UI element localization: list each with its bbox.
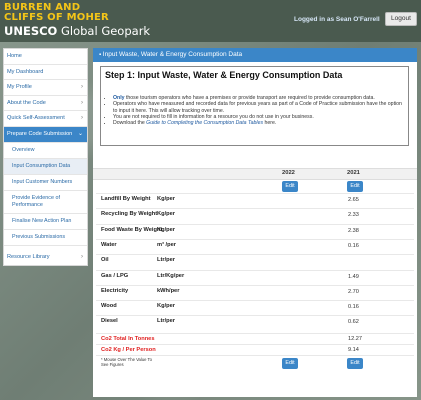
year-header-2022: 2022 — [282, 170, 295, 176]
row-divider — [96, 300, 414, 302]
resource-label: Landfill By Weight — [101, 196, 151, 202]
step-instructions: Step 1: Input Waste, Water & Energy Cons… — [100, 66, 409, 146]
value-2021[interactable]: 0.16 — [348, 304, 359, 310]
sidebar-item-about[interactable]: About the Code › — [4, 96, 87, 112]
list-item: Download the Guide to Completing the Con… — [113, 120, 405, 126]
row-divider — [96, 284, 414, 286]
list-item: Operators who have measured and recorded… — [113, 101, 405, 114]
instruction-list: Only those tourism operators who have a … — [107, 95, 405, 126]
year-header-2021: 2021 — [347, 170, 360, 176]
row-divider — [96, 254, 414, 256]
unit-label: Kg/per — [157, 303, 176, 310]
row-divider — [96, 355, 414, 356]
value-2021[interactable]: 2.38 — [348, 228, 359, 234]
step-title: Step 1: Input Waste, Water & Energy Cons… — [105, 70, 343, 80]
sidebar-subitem-previous[interactable]: Previous Submissions — [4, 230, 87, 246]
sidebar-subitem-action-plan[interactable]: Finalise New Action Plan — [4, 214, 87, 230]
value-2021[interactable]: 2.65 — [348, 197, 359, 203]
edit-2021-button[interactable]: Edit — [347, 181, 363, 192]
value-2021[interactable]: 1.49 — [348, 274, 359, 280]
co2-total-label: Co2 Total In Tonnes — [101, 336, 155, 342]
edit-2022-button[interactable]: Edit — [282, 181, 298, 192]
panel-heading-text: Input Waste, Water & Energy Consumption … — [102, 51, 243, 58]
row-divider — [96, 269, 414, 271]
resource-label: Water — [101, 241, 117, 248]
row-divider — [96, 315, 414, 317]
list-item-text: here. — [263, 120, 277, 127]
emphasis-text: Only — [113, 95, 125, 101]
unit-label: Ltr/per — [157, 257, 176, 264]
sidebar-item-label: My Profile — [7, 84, 32, 91]
panel-heading: ▪ Input Waste, Water & Energy Consumptio… — [93, 48, 417, 62]
list-item-text: those tourism operators who have a premi… — [124, 95, 375, 101]
value-2021[interactable]: 2.70 — [348, 289, 359, 295]
logout-button[interactable]: Logout — [385, 12, 417, 26]
logo-unesco: UNESCO — [4, 24, 58, 38]
unit-label: Ltr/per — [157, 318, 176, 325]
resource-label: Recycling By Weight — [101, 211, 158, 218]
sidebar-subitem-consumption[interactable]: Input Consumption Data — [4, 158, 87, 175]
resource-label: Food Waste By Weight — [101, 226, 163, 233]
co2-total-value: 12.27 — [348, 336, 362, 342]
resource-label: Diesel — [101, 318, 118, 325]
unit-label: Kg/per — [157, 211, 176, 218]
chevron-right-icon: › — [81, 84, 83, 91]
mouse-over-note: * Mouse Over The Value To See Figures — [101, 357, 152, 367]
sidebar-subitem-overview[interactable]: Overview — [4, 143, 87, 159]
row-divider — [96, 344, 414, 345]
top-header: BURREN AND CLIFFS OF MOHER UNESCO Global… — [0, 0, 421, 42]
sidebar-subitem-evidence[interactable]: Provide Evidence of Performance — [4, 191, 87, 214]
resource-label: Gas / LPG — [101, 272, 129, 279]
sidebar-item-label: About the Code — [7, 99, 46, 106]
resource-label: Electricity — [101, 287, 129, 294]
list-item-text: Download the — [113, 120, 147, 127]
row-divider — [96, 238, 414, 240]
edit-2022-bottom-button[interactable]: Edit — [282, 358, 298, 369]
logo-line-2: CLIFFS OF MOHER — [4, 12, 109, 23]
table-header — [93, 168, 417, 180]
sidebar-item-dashboard[interactable]: My Dashboard — [4, 65, 87, 81]
sidebar-item-label: Prepare Code Submission — [7, 130, 73, 137]
unit-label: kWh/per — [157, 287, 180, 294]
sidebar-item-resources[interactable]: Resource Library › — [4, 250, 87, 266]
chevron-right-icon: › — [81, 253, 83, 260]
guide-link[interactable]: Guide to Completing the Consumption Data… — [146, 120, 263, 126]
row-divider — [96, 193, 414, 194]
co2-person-value: 9.14 — [348, 347, 359, 353]
sidebar-item-label: Resource Library — [7, 253, 50, 260]
chevron-right-icon: › — [81, 115, 83, 122]
edit-2021-bottom-button[interactable]: Edit — [347, 358, 363, 369]
resource-label: Oil — [101, 257, 109, 264]
sidebar-item-label: Quick Self-Assessment — [7, 115, 65, 122]
logged-in-user[interactable]: Logged in as Sean O'Farrell — [294, 16, 380, 23]
sidebar-item-home[interactable]: Home — [4, 49, 87, 65]
main-panel: Step 1: Input Waste, Water & Energy Cons… — [93, 62, 417, 397]
value-2021[interactable]: 0.62 — [348, 319, 359, 325]
row-divider — [96, 208, 414, 210]
sidebar-item-self-assessment[interactable]: Quick Self-Assessment › — [4, 111, 87, 127]
sidebar-nav: Home My Dashboard My Profile › About the … — [3, 48, 88, 266]
value-2021[interactable]: 2.33 — [348, 212, 359, 218]
sidebar-item-prepare-submission[interactable]: Prepare Code Submission ⌄ — [4, 126, 87, 143]
sidebar-subitem-customers[interactable]: Input Customer Numbers — [4, 175, 87, 191]
geopark-logo[interactable]: BURREN AND CLIFFS OF MOHER UNESCO Global… — [4, 3, 150, 39]
row-divider — [96, 223, 414, 225]
unit-label: m³ /per — [157, 241, 176, 248]
row-divider — [96, 333, 414, 334]
logo-line-3: UNESCO Global Geopark — [4, 24, 150, 38]
chevron-right-icon: › — [81, 99, 83, 106]
chevron-down-icon: ⌄ — [77, 130, 83, 137]
co2-person-label: Co2 Kg / Per Person — [101, 347, 156, 353]
value-2021[interactable]: 0.16 — [348, 243, 359, 249]
resource-label: Wood — [101, 303, 117, 310]
unit-label: Kg/per — [157, 226, 176, 233]
unit-label: Kg/per — [157, 196, 176, 202]
sidebar-item-profile[interactable]: My Profile › — [4, 80, 87, 96]
logo-geopark: Global Geopark — [57, 24, 151, 38]
unit-label: Ltr/Kg/per — [157, 272, 185, 279]
